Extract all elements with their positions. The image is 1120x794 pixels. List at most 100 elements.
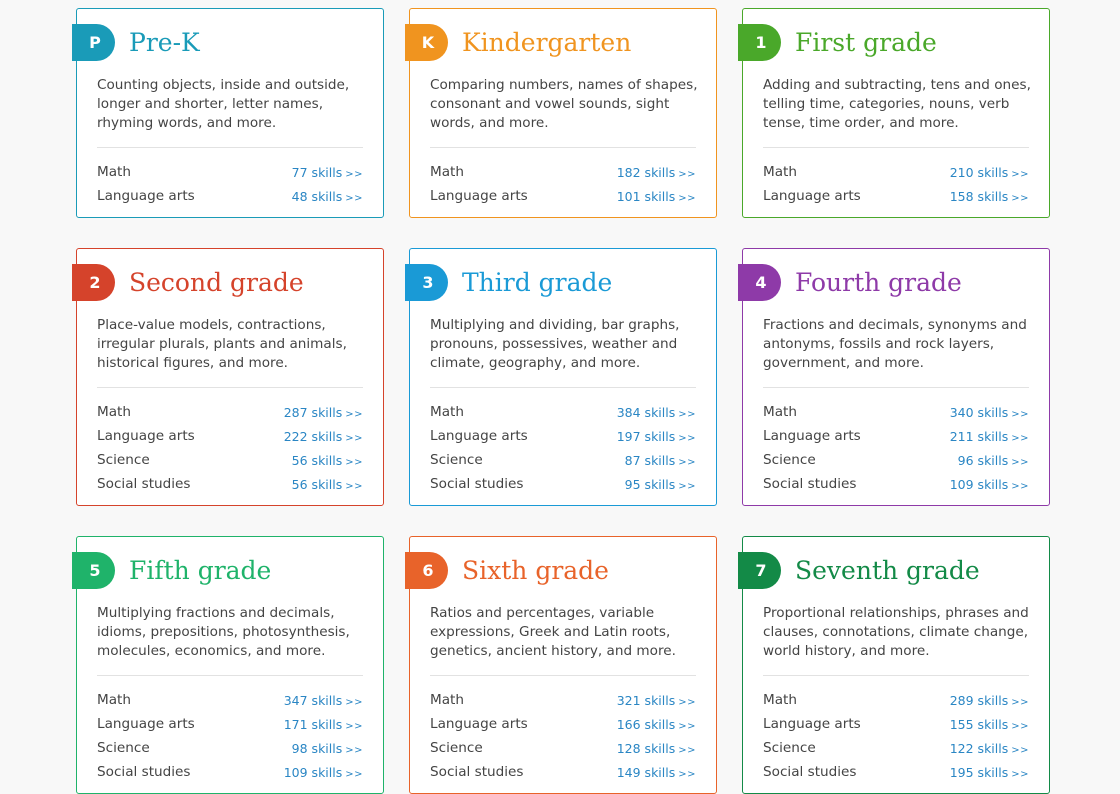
grade-title-link[interactable]: Seventh grade (795, 555, 980, 587)
divider (97, 387, 363, 388)
skills-link[interactable]: 87 skills >> (625, 453, 696, 468)
grade-title-link[interactable]: First grade (795, 27, 937, 59)
skills-link[interactable]: 101 skills >> (617, 189, 696, 204)
double-chevron-right-icon: >> (345, 408, 363, 420)
grade-card-first-grade[interactable]: 1 First grade Adding and subtracting, te… (738, 8, 1050, 218)
skills-link[interactable]: 56 skills >> (292, 477, 363, 492)
subject-label: Science (430, 740, 483, 756)
subject-list: Math 182 skills >> Language arts 101 skil… (430, 160, 696, 208)
grade-badge: K (405, 24, 448, 61)
double-chevron-right-icon: >> (345, 744, 363, 756)
double-chevron-right-icon: >> (678, 192, 696, 204)
subject-row: Math 289 skills >> (763, 688, 1029, 712)
double-chevron-right-icon: >> (678, 768, 696, 780)
subject-row: Math 77 skills >> (97, 160, 363, 184)
subject-list: Math 340 skills >> Language arts 211 skil… (763, 400, 1029, 496)
grade-card-kindergarten[interactable]: K Kindergarten Comparing numbers, names … (405, 8, 717, 218)
skills-link[interactable]: 289 skills >> (950, 693, 1029, 708)
subject-label: Language arts (763, 716, 861, 732)
subject-label: Science (763, 740, 816, 756)
grade-card-fourth-grade[interactable]: 4 Fourth grade Fractions and decimals, s… (738, 248, 1050, 506)
double-chevron-right-icon: >> (345, 168, 363, 180)
subject-row: Science 96 skills >> (763, 448, 1029, 472)
grade-card-second-grade[interactable]: 2 Second grade Place-value models, contr… (72, 248, 384, 506)
skills-link[interactable]: 347 skills >> (284, 693, 363, 708)
skills-count: 289 skills (949, 692, 1009, 708)
skills-link[interactable]: 48 skills >> (292, 189, 363, 204)
subject-row: Science 98 skills >> (97, 736, 363, 760)
skills-link[interactable]: 158 skills >> (950, 189, 1029, 204)
skills-link[interactable]: 222 skills >> (284, 429, 363, 444)
grade-title-link[interactable]: Fifth grade (129, 555, 271, 587)
subject-row: Social studies 109 skills >> (763, 472, 1029, 496)
skills-link[interactable]: 210 skills >> (950, 165, 1029, 180)
grade-description: Proportional relationships, phrases and … (763, 605, 1029, 659)
skills-link[interactable]: 384 skills >> (617, 405, 696, 420)
subject-label: Math (97, 404, 132, 420)
skills-link[interactable]: 95 skills >> (625, 477, 696, 492)
grade-card-fifth-grade[interactable]: 5 Fifth grade Multiplying fractions and … (72, 536, 384, 794)
double-chevron-right-icon: >> (678, 480, 696, 492)
subject-label: Language arts (97, 188, 195, 204)
skills-link[interactable]: 166 skills >> (617, 717, 696, 732)
grade-card-grid: P Pre-K Counting objects, inside and out… (72, 8, 1050, 794)
skills-link[interactable]: 155 skills >> (950, 717, 1029, 732)
grade-badge: 4 (738, 264, 781, 301)
skills-count: 87 skills (624, 452, 676, 468)
grade-title-link[interactable]: Kindergarten (462, 27, 631, 59)
grade-card-sixth-grade[interactable]: 6 Sixth grade Ratios and percentages, va… (405, 536, 717, 794)
skills-link[interactable]: 287 skills >> (284, 405, 363, 420)
subject-row: Social studies 95 skills >> (430, 472, 696, 496)
skills-count: 287 skills (283, 404, 343, 420)
divider (430, 675, 696, 676)
skills-link[interactable]: 122 skills >> (950, 741, 1029, 756)
subject-label: Math (97, 164, 132, 180)
skills-link[interactable]: 109 skills >> (284, 765, 363, 780)
skills-link[interactable]: 340 skills >> (950, 405, 1029, 420)
double-chevron-right-icon: >> (1011, 432, 1029, 444)
grade-title-link[interactable]: Sixth grade (462, 555, 609, 587)
skills-link[interactable]: 195 skills >> (950, 765, 1029, 780)
skills-link[interactable]: 171 skills >> (284, 717, 363, 732)
double-chevron-right-icon: >> (345, 720, 363, 732)
skills-link[interactable]: 98 skills >> (292, 741, 363, 756)
double-chevron-right-icon: >> (678, 696, 696, 708)
double-chevron-right-icon: >> (678, 744, 696, 756)
grade-card-pre-k[interactable]: P Pre-K Counting objects, inside and out… (72, 8, 384, 218)
grade-title-link[interactable]: Third grade (462, 267, 612, 299)
grade-title-link[interactable]: Fourth grade (795, 267, 962, 299)
skills-link[interactable]: 182 skills >> (617, 165, 696, 180)
subject-row: Math 210 skills >> (763, 160, 1029, 184)
grade-badge: 6 (405, 552, 448, 589)
skills-link[interactable]: 197 skills >> (617, 429, 696, 444)
double-chevron-right-icon: >> (345, 192, 363, 204)
double-chevron-right-icon: >> (1011, 720, 1029, 732)
subject-label: Language arts (763, 428, 861, 444)
double-chevron-right-icon: >> (678, 408, 696, 420)
skills-count: 158 skills (949, 188, 1009, 204)
skills-link[interactable]: 149 skills >> (617, 765, 696, 780)
skills-link[interactable]: 109 skills >> (950, 477, 1029, 492)
skills-link[interactable]: 77 skills >> (292, 165, 363, 180)
grade-title-link[interactable]: Pre-K (129, 27, 200, 59)
skills-count: 56 skills (291, 452, 343, 468)
subject-row: Science 87 skills >> (430, 448, 696, 472)
subject-row: Language arts 48 skills >> (97, 184, 363, 208)
subject-label: Language arts (430, 428, 528, 444)
grade-title-link[interactable]: Second grade (129, 267, 304, 299)
subject-label: Science (430, 452, 483, 468)
grade-card-third-grade[interactable]: 3 Third grade Multiplying and dividing, … (405, 248, 717, 506)
grade-card-seventh-grade[interactable]: 7 Seventh grade Proportional relationshi… (738, 536, 1050, 794)
skills-count: 166 skills (616, 716, 676, 732)
double-chevron-right-icon: >> (345, 768, 363, 780)
subject-label: Math (97, 692, 132, 708)
skills-count: 321 skills (616, 692, 676, 708)
skills-link[interactable]: 128 skills >> (617, 741, 696, 756)
skills-count: 197 skills (616, 428, 676, 444)
skills-link[interactable]: 211 skills >> (950, 429, 1029, 444)
skills-link[interactable]: 321 skills >> (617, 693, 696, 708)
skills-link[interactable]: 96 skills >> (958, 453, 1029, 468)
skills-count: 96 skills (957, 452, 1009, 468)
subject-label: Math (430, 404, 465, 420)
skills-link[interactable]: 56 skills >> (292, 453, 363, 468)
